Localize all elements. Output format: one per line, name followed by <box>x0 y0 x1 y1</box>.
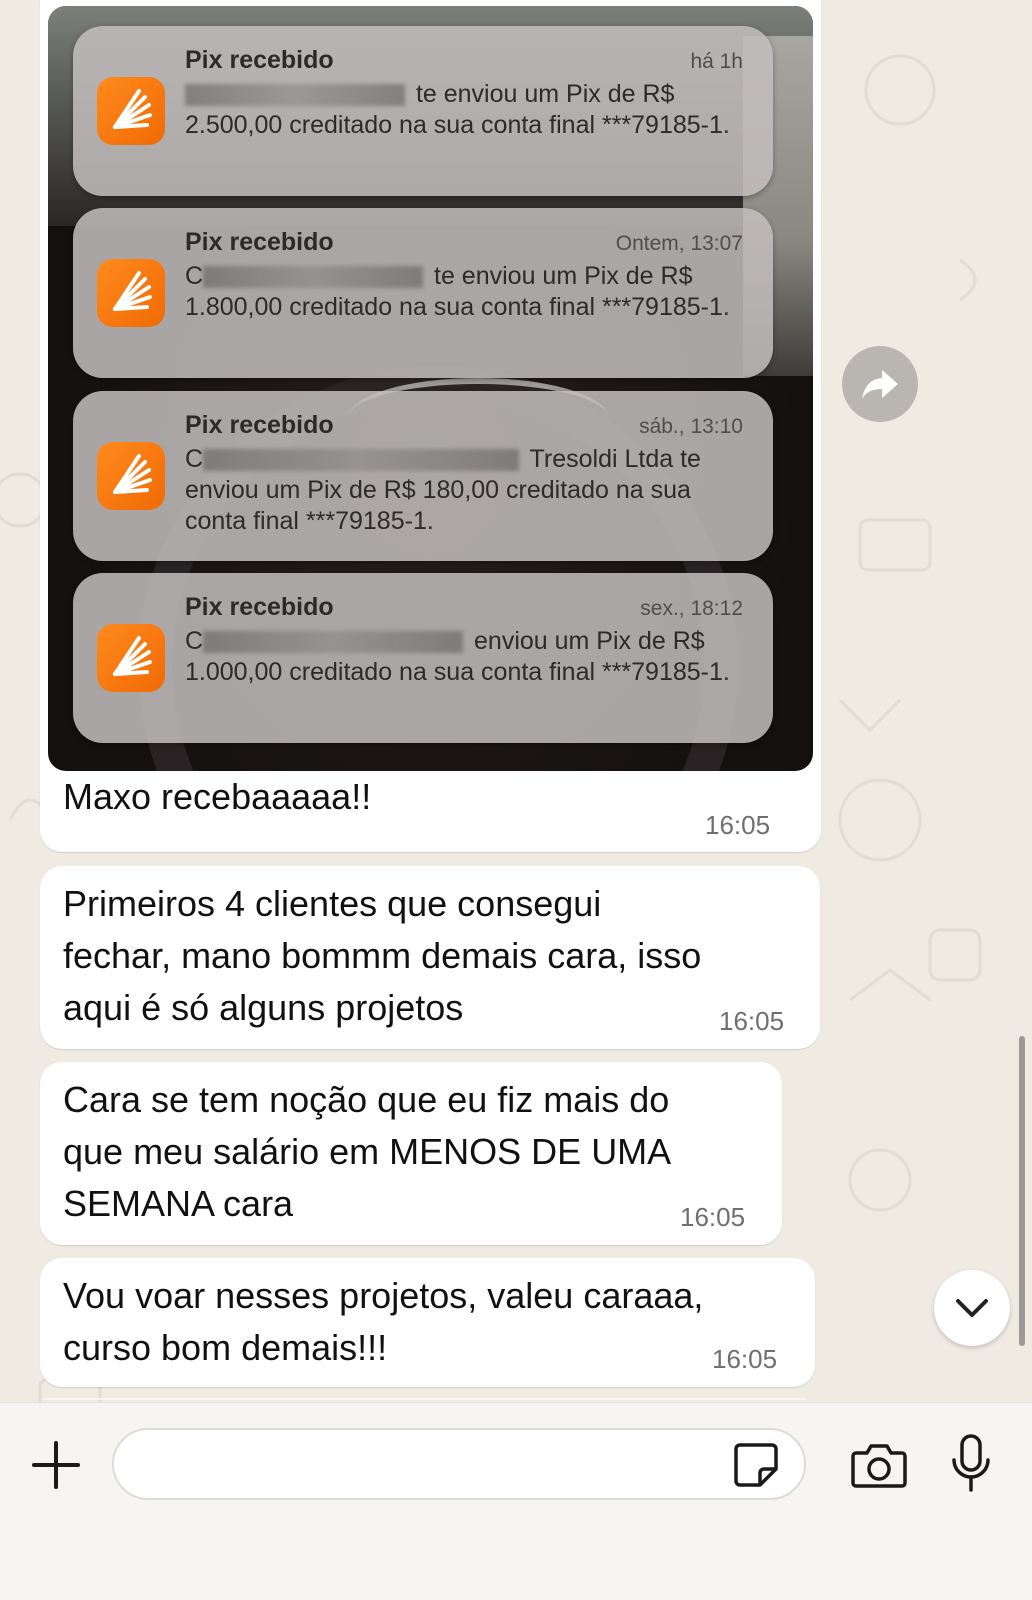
message-time: 16:05 <box>680 1202 746 1232</box>
microphone-icon <box>952 1434 990 1492</box>
bank-app-icon <box>97 624 165 692</box>
notification-body-prefix: C <box>185 627 204 655</box>
notification-body: C Tresoldi Ltda te enviou um Pix de R$ 1… <box>185 444 745 537</box>
notification-card: Pix recebido sex., 18:12 C enviou um Pix… <box>73 573 773 743</box>
notification-card: Pix recebido Ontem, 13:07 C te enviou um… <box>73 208 773 378</box>
notification-body-prefix: C <box>185 445 204 473</box>
message-text: Primeiros 4 clientes que consegui fechar… <box>63 878 701 1034</box>
message-text: Maxo recebaaaaa!! <box>63 776 372 817</box>
message-line: Cara se tem noção que eu fiz mais do <box>63 1079 670 1120</box>
redacted-name <box>203 266 424 289</box>
message-time: 16:05 <box>719 1006 785 1036</box>
bank-app-icon <box>97 77 165 145</box>
scrollbar[interactable] <box>1019 1036 1025 1346</box>
message-line: que meu salário em MENOS DE UMA <box>63 1131 672 1172</box>
message-input-bar <box>0 1402 1032 1600</box>
bank-app-icon <box>97 442 165 510</box>
camera-icon <box>851 1444 907 1488</box>
attach-button[interactable] <box>30 1439 82 1491</box>
notification-card: Pix recebido há 1h te enviou um Pix de R… <box>73 26 773 196</box>
notification-time: Ontem, 13:07 <box>615 232 743 255</box>
message-text: Vou voar nesses projetos, valeu caraaa, … <box>63 1270 703 1374</box>
forward-button[interactable] <box>842 346 918 422</box>
redacted-name <box>203 449 520 472</box>
image-message-bubble[interactable]: Pix recebido há 1h te enviou um Pix de R… <box>40 0 821 852</box>
notification-time: sex., 18:12 <box>640 597 743 620</box>
message-bubble[interactable]: Vou voar nesses projetos, valeu caraaa, … <box>40 1258 815 1387</box>
camera-button[interactable] <box>850 1441 908 1489</box>
notification-body: te enviou um Pix de R$ 2.500,00 creditad… <box>185 79 745 141</box>
message-line: aqui é só alguns projetos <box>63 987 464 1028</box>
plus-icon <box>32 1441 80 1489</box>
message-line: SEMANA cara <box>63 1183 294 1224</box>
notification-title: Pix recebido <box>185 46 334 74</box>
message-time: 16:05 <box>712 1344 778 1374</box>
sticker-button[interactable] <box>732 1441 780 1489</box>
message-line: curso bom demais!!! <box>63 1327 388 1368</box>
message-time: 16:05 <box>705 810 771 840</box>
pix-notifications-screenshot[interactable]: Pix recebido há 1h te enviou um Pix de R… <box>48 6 813 771</box>
forward-arrow-icon <box>862 370 898 399</box>
notification-time: sáb., 13:10 <box>639 415 743 438</box>
chevron-down-icon <box>956 1299 988 1317</box>
sticker-icon <box>734 1443 778 1487</box>
message-input[interactable] <box>112 1428 806 1500</box>
notification-body-prefix: C <box>185 262 204 290</box>
message-bubble[interactable]: Primeiros 4 clientes que consegui fechar… <box>40 866 820 1049</box>
notification-body: C enviou um Pix de R$ 1.000,00 creditado… <box>185 626 745 688</box>
message-bubble[interactable]: Cara se tem noção que eu fiz mais do que… <box>40 1062 782 1245</box>
scroll-to-bottom-button[interactable] <box>934 1270 1010 1346</box>
next-message-bubble-edge <box>40 1398 810 1400</box>
message-text: Cara se tem noção que eu fiz mais do que… <box>63 1074 671 1230</box>
message-line: fechar, mano bommm demais cara, isso <box>63 935 702 976</box>
microphone-button[interactable] <box>948 1433 994 1495</box>
chat-area[interactable]: Pix recebido há 1h te enviou um Pix de R… <box>0 0 1032 1400</box>
message-line: Vou voar nesses projetos, valeu caraaa, <box>63 1275 704 1316</box>
notification-body: C te enviou um Pix de R$ 1.800,00 credit… <box>185 261 745 323</box>
notification-title: Pix recebido <box>185 593 334 621</box>
notification-title: Pix recebido <box>185 228 334 256</box>
notification-card: Pix recebido sáb., 13:10 C Tresoldi Ltda… <box>73 391 773 561</box>
redacted-name <box>185 84 405 107</box>
bank-app-icon <box>97 259 165 327</box>
redacted-name <box>203 631 464 654</box>
notification-time: há 1h <box>690 50 743 73</box>
notification-title: Pix recebido <box>185 411 334 439</box>
message-line: Primeiros 4 clientes que consegui <box>63 883 602 924</box>
